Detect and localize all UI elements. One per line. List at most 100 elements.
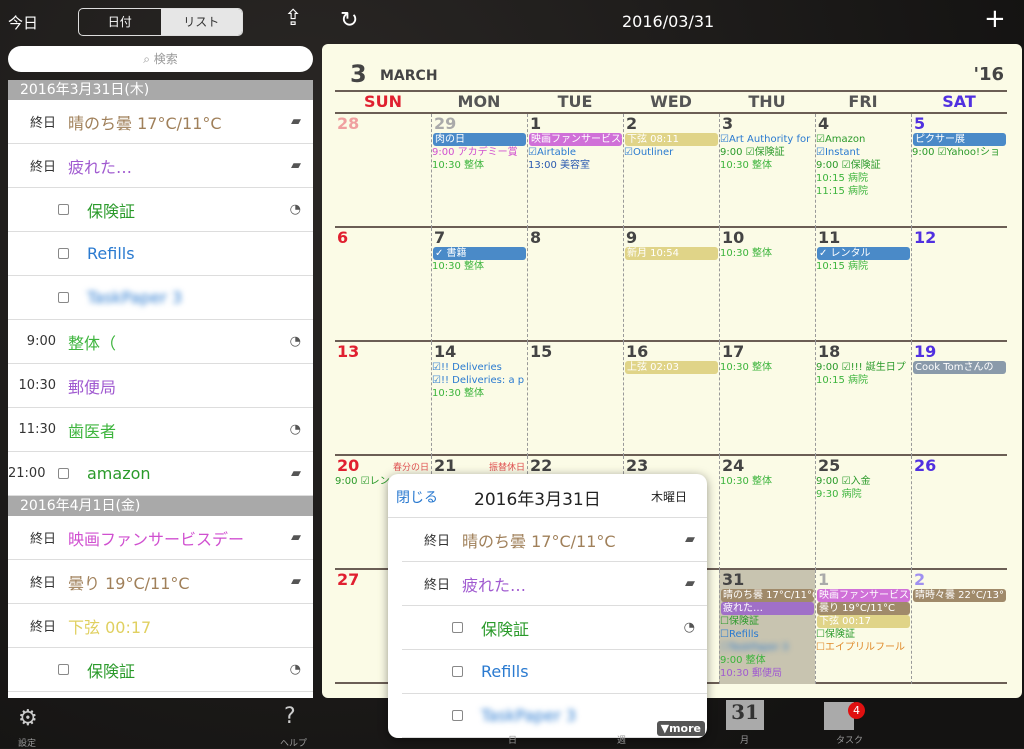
calendar-event[interactable]: 9:00 アカデミー賞 [432,146,527,159]
month-tab-icon[interactable]: 31 [726,700,764,730]
calendar-event[interactable]: 9:00 ☑入金 [816,475,911,488]
calendar-event[interactable]: 9:00 ☑保険証 [720,146,815,159]
calendar-event[interactable]: 9:00 整体 [720,654,815,667]
day-cell[interactable]: 11 ✓ レンタル 10:15 病院 [815,228,911,342]
list-item[interactable]: 保険証 ◔ [8,648,313,692]
search-input[interactable]: ⌕ 検索 [8,46,313,72]
day-cell[interactable]: 17 10:30 整体 [719,342,815,456]
refresh-icon[interactable]: ↻ [340,8,358,33]
list-item[interactable]: TaskPaper 3 [8,276,313,320]
calendar-event[interactable]: ✓ レンタル [817,247,910,260]
settings-label[interactable]: 設定 [18,736,36,749]
today-button[interactable]: 今日 [8,12,38,33]
day-cell[interactable]: 4 ☑Amazon ☑Instant 9:00 ☑保険証 10:15 病院 11:15 病… [815,114,911,228]
checkbox[interactable] [452,622,463,633]
day-cell[interactable]: 25 9:00 ☑入金 9:30 病院 [815,456,911,570]
day-cell[interactable]: 2 下弦 08:11 ☑Outliner [623,114,719,228]
more-button[interactable]: ▼more [656,721,705,736]
calendar-event[interactable]: ☑Airtable [528,146,623,159]
calendar-event[interactable]: ☑!! Deliveries [432,361,527,374]
day-cell[interactable]: 2 晴時々曇 22°C/13° [911,570,1007,684]
day-cell[interactable]: 12 [911,228,1007,342]
day-cell[interactable]: 28 [335,114,431,228]
list-item[interactable]: 終日 下弦 00:17 [8,604,313,648]
calendar-event[interactable]: 10:30 整体 [432,260,527,273]
event-list[interactable]: 2016年3月31日(木) 終日 晴のち曇 17°C/11°C ▰ 終日 疲れた… ▰ 保険証… [8,80,313,698]
calendar-event[interactable]: Cook Tomさんの [913,361,1006,374]
calendar-event[interactable]: 10:30 整体 [432,159,527,172]
calendar-event[interactable]: 下弦 00:17 [817,615,910,628]
calendar-event[interactable]: 下弦 08:11 [625,133,718,146]
day-cell[interactable]: 7 ✓ 書籍 10:30 整体 [431,228,527,342]
calendar-event[interactable]: ピクサー展 [913,133,1006,146]
list-item[interactable]: 終日 晴のち曇 17°C/11°C ▰ [402,518,707,562]
list-item[interactable]: 終日 疲れた… ▰ [402,562,707,606]
list-item[interactable]: 終日 曇り 19°C/11°C ▰ [8,560,313,604]
calendar-event[interactable]: ☑Art Authority for [720,133,815,146]
calendar-event[interactable]: 9:00 ☑!!! 誕生日プ [816,361,911,374]
calendar-event[interactable]: ☐エイプリルフール [816,641,911,654]
calendar-event[interactable]: ☑Outliner [624,146,719,159]
settings-gear-icon[interactable]: ⚙ [18,706,38,731]
calendar-event[interactable]: 晴のち曇 17°C/11°C [721,589,814,602]
tab-3[interactable]: タスク [836,733,863,746]
calendar-event[interactable]: ☐TaskPaper 3 [720,641,815,654]
help-icon[interactable]: ? [284,704,296,729]
list-item[interactable]: 終日 映画ファンサービスデー ▰ [8,516,313,560]
close-button[interactable]: 閉じる [396,487,438,507]
checkbox[interactable] [58,248,69,259]
day-cell[interactable]: 29 肉の日 9:00 アカデミー賞 10:30 整体 [431,114,527,228]
calendar-event[interactable]: ☐保険証 [816,628,911,641]
checkbox[interactable] [452,666,463,677]
day-cell[interactable]: 31 晴のち曇 17°C/11°C 疲れた… ☐保険証 ☐Refills ☐TaskPap… [719,570,815,684]
list-item[interactable]: 10:30 郵便局 [8,364,313,408]
checkbox[interactable] [452,710,463,721]
calendar-event[interactable]: 10:30 整体 [720,247,815,260]
calendar-event[interactable]: 上弦 02:03 [625,361,718,374]
calendar-event[interactable]: 10:30 整体 [720,159,815,172]
add-icon[interactable]: + [984,4,1006,34]
calendar-event[interactable]: 曇り 19°C/11°C [817,602,910,615]
list-item[interactable]: 保険証 ◔ [402,606,707,650]
checkbox[interactable] [58,664,69,675]
day-cell[interactable]: 10 10:30 整体 [719,228,815,342]
calendar-event[interactable]: 10:30 郵便局 [720,667,815,680]
day-cell[interactable]: 1映画ファンサービスデー曇り 19°C/11°C下弦 00:17☐保険証☐エイプ… [815,570,911,684]
calendar-event[interactable]: 10:15 病院 [816,172,911,185]
day-cell[interactable]: 18 9:00 ☑!!! 誕生日プ 10:15 病院 [815,342,911,456]
tab-0[interactable]: 日 [508,733,517,746]
day-cell[interactable]: 1映画ファンサービスデー☑Airtable13:00 美容室 [527,114,623,228]
tab-1[interactable]: 週 [617,733,626,746]
calendar-event[interactable]: 肉の日 [433,133,526,146]
calendar-event[interactable]: 9:00 ☑保険証 [816,159,911,172]
calendar-event[interactable]: 10:30 整体 [432,387,527,400]
calendar-event[interactable]: 13:00 美容室 [528,159,623,172]
list-item[interactable]: 終日 晴のち曇 17°C/11°C ▰ [8,100,313,144]
list-item[interactable]: 9:00 整体（ ◔ [8,320,313,364]
list-item[interactable]: 終日 疲れた… ▰ [8,144,313,188]
calendar-event[interactable]: 新月 10:54 [625,247,718,260]
tab-2[interactable]: 月 [740,733,749,746]
calendar-event[interactable]: 晴時々曇 22°C/13° [913,589,1006,602]
calendar-event[interactable]: 映画ファンサービスデー [817,589,910,602]
calendar-event[interactable]: 10:30 整体 [720,475,815,488]
day-cell[interactable]: 16 上弦 02:03 [623,342,719,456]
day-cell[interactable]: 5 ピクサー展 9:00 ☑Yahoo!ショ [911,114,1007,228]
help-label[interactable]: ヘルプ [280,736,307,749]
view-segmented-control[interactable]: 日付 リスト [78,8,243,36]
day-cell[interactable]: 13 [335,342,431,456]
list-item[interactable]: Refills [8,232,313,276]
day-cell[interactable]: 9 新月 10:54 [623,228,719,342]
checkbox[interactable] [58,292,69,303]
calendar-event[interactable]: 10:15 病院 [816,374,911,387]
calendar-event[interactable]: 10:15 病院 [816,260,911,273]
calendar-event[interactable]: 映画ファンサービスデー [529,133,622,146]
day-cell[interactable]: 24 10:30 整体 [719,456,815,570]
calendar-event[interactable]: ☐保険証 [720,615,815,628]
day-cell[interactable]: 26 [911,456,1007,570]
calendar-event[interactable]: ☑!! Deliveries: a p [432,374,527,387]
segment-list[interactable]: リスト [160,9,242,35]
segment-date[interactable]: 日付 [79,9,161,35]
calendar-event[interactable]: ✓ 書籍 [433,247,526,260]
day-cell[interactable]: 19 Cook Tomさんの [911,342,1007,456]
